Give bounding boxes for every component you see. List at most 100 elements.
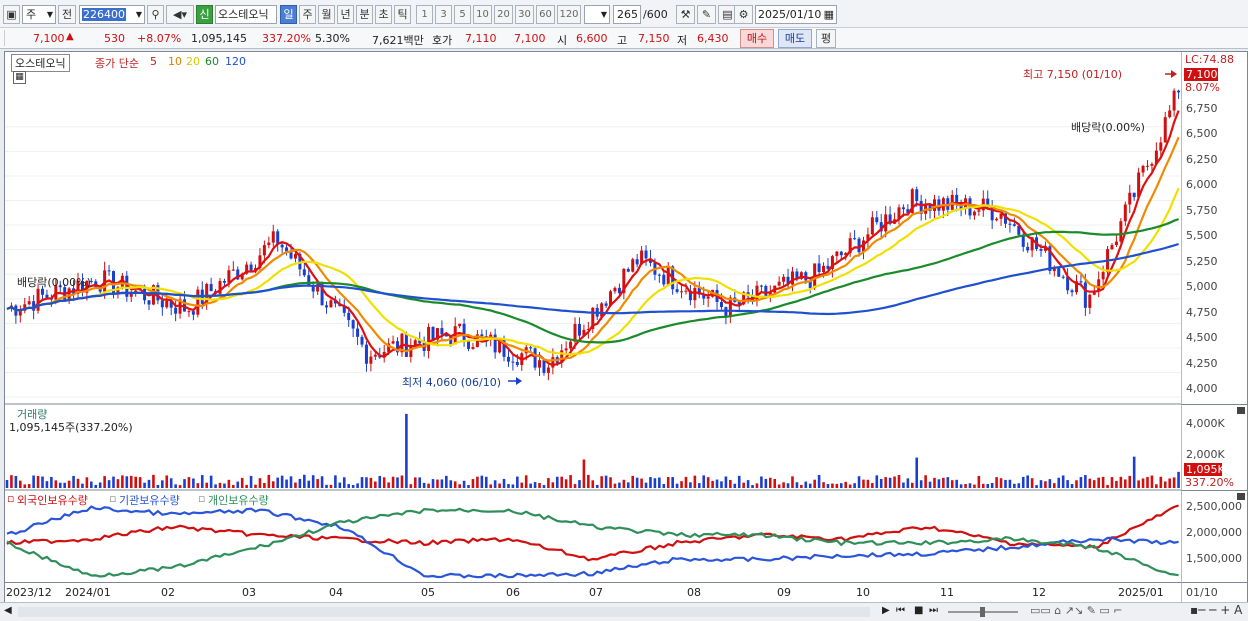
- volume-bar: [236, 481, 240, 488]
- volume-bar: [591, 480, 595, 488]
- candle-body: [267, 242, 271, 246]
- open-label: 시: [557, 34, 568, 47]
- candle-body: [325, 305, 329, 308]
- zoom-controls[interactable]: ▪─ ─ + A: [1190, 603, 1242, 617]
- candle-body: [506, 356, 510, 362]
- x-right-label: 01/10: [1186, 586, 1218, 599]
- high-arrow-head: [1171, 70, 1177, 78]
- layout-icons[interactable]: ▭▭ ⌂ ↗↘ ✎ ▭ ⌐: [1030, 604, 1123, 617]
- volume-bar: [986, 484, 990, 488]
- volume-bar: [760, 476, 763, 488]
- unit-20[interactable]: 20: [494, 5, 513, 24]
- volume-bar: [1141, 478, 1145, 488]
- volume-bar: [85, 477, 89, 488]
- candle-body: [1008, 223, 1012, 225]
- prev-button[interactable]: 전: [58, 5, 76, 24]
- ma-line-120: [6, 242, 1179, 316]
- panel-close-icon[interactable]: [1237, 493, 1245, 500]
- candle-body: [196, 289, 200, 315]
- tools-icon[interactable]: ⚒: [676, 5, 695, 24]
- period-tick[interactable]: 틱: [394, 5, 411, 24]
- speaker-icon[interactable]: ◀▾: [166, 5, 194, 24]
- scroll-bar: ◀ ▶ ⏮ ■ ⏭ ▭▭ ⌂ ↗↘ ✎ ▭ ⌐ ▪─ ─ + A: [0, 602, 1248, 621]
- volume-bar: [626, 482, 630, 488]
- unit-10[interactable]: 10: [473, 5, 492, 24]
- volume-bar: [804, 481, 808, 488]
- grid-icon[interactable]: ▦: [13, 71, 26, 84]
- window-icon[interactable]: ▣: [3, 5, 20, 24]
- volume-bar: [684, 476, 688, 488]
- unit-3[interactable]: 3: [435, 5, 452, 24]
- candle-body: [1168, 110, 1172, 118]
- volume-bar: [374, 481, 377, 488]
- volume-bar: [476, 476, 479, 488]
- volume-bar: [378, 475, 382, 488]
- volume-bar: [786, 483, 790, 488]
- stock-name-field[interactable]: 오스테오닉: [215, 5, 277, 24]
- period-year[interactable]: 년: [337, 5, 354, 24]
- code-input[interactable]: 226400 ▼: [79, 5, 145, 24]
- eval-button[interactable]: 평: [816, 29, 836, 48]
- unit-120[interactable]: 120: [557, 5, 581, 24]
- volume-bar: [711, 480, 714, 488]
- candle-body: [822, 265, 826, 272]
- volume-bar: [520, 482, 524, 488]
- period-second[interactable]: 초: [375, 5, 392, 24]
- unit-5[interactable]: 5: [454, 5, 471, 24]
- scroll-track[interactable]: [18, 607, 870, 617]
- candle-body: [835, 251, 839, 257]
- chevron-down-icon: ▼: [46, 10, 53, 19]
- volume-bar: [933, 477, 936, 488]
- volume-bar: [334, 475, 337, 488]
- chevron-down-icon: ▼: [600, 10, 607, 19]
- candle-body: [875, 217, 879, 223]
- zoom-handle[interactable]: [980, 607, 985, 617]
- amount-value: 7,621백만: [372, 34, 424, 47]
- buy-button[interactable]: 매수: [740, 29, 774, 48]
- scroll-right-icon[interactable]: ▶: [882, 605, 890, 616]
- candle-body: [1172, 90, 1176, 111]
- ma-60: 60: [205, 55, 219, 68]
- sell-button[interactable]: 매도: [778, 29, 812, 48]
- unit-30[interactable]: 30: [515, 5, 534, 24]
- volume-bar: [1132, 456, 1136, 488]
- unit-60[interactable]: 60: [536, 5, 555, 24]
- volume-bar: [254, 484, 257, 488]
- stop-icon[interactable]: ■: [914, 605, 923, 616]
- volume-bar: [214, 484, 217, 488]
- gear-icon[interactable]: ⚙: [734, 5, 753, 24]
- volume-bar: [768, 477, 772, 488]
- unit-select[interactable]: ▼: [584, 5, 610, 24]
- count-input[interactable]: 265: [613, 5, 641, 24]
- scroll-left-icon[interactable]: ◀: [4, 605, 12, 616]
- candle-body: [706, 296, 710, 299]
- last-icon[interactable]: ⏭: [929, 605, 938, 616]
- candle-body: [1097, 279, 1101, 292]
- y-tick: 6,000: [1186, 178, 1218, 191]
- date-value: 2025/01/10: [758, 8, 822, 21]
- volume-bar: [303, 474, 306, 488]
- candle-body: [1083, 282, 1087, 308]
- candle-body: [458, 323, 462, 327]
- draw-icon[interactable]: ✎: [697, 5, 716, 24]
- volume-bar: [977, 475, 981, 488]
- date-input[interactable]: 2025/01/10 ▦: [755, 5, 837, 24]
- period-week[interactable]: 주: [299, 5, 316, 24]
- volume-bar: [125, 476, 129, 488]
- volume-bar: [156, 484, 160, 488]
- period-month[interactable]: 월: [318, 5, 335, 24]
- volume-bar: [649, 477, 652, 488]
- volume-bar: [449, 480, 453, 488]
- high-value: 7,150: [638, 32, 670, 45]
- first-icon[interactable]: ⏮: [896, 605, 905, 616]
- volume-bar: [946, 477, 950, 488]
- search-icon[interactable]: ⚲: [147, 5, 164, 24]
- panel-close-icon[interactable]: [1237, 407, 1245, 414]
- market-type-select[interactable]: 주 ▼: [22, 5, 56, 24]
- y-tick: 6,750: [1186, 102, 1218, 115]
- period-day[interactable]: 일: [280, 5, 297, 24]
- chart-canvas[interactable]: [5, 52, 1247, 602]
- candle-body: [431, 326, 435, 340]
- unit-1[interactable]: 1: [416, 5, 433, 24]
- period-minute[interactable]: 분: [356, 5, 373, 24]
